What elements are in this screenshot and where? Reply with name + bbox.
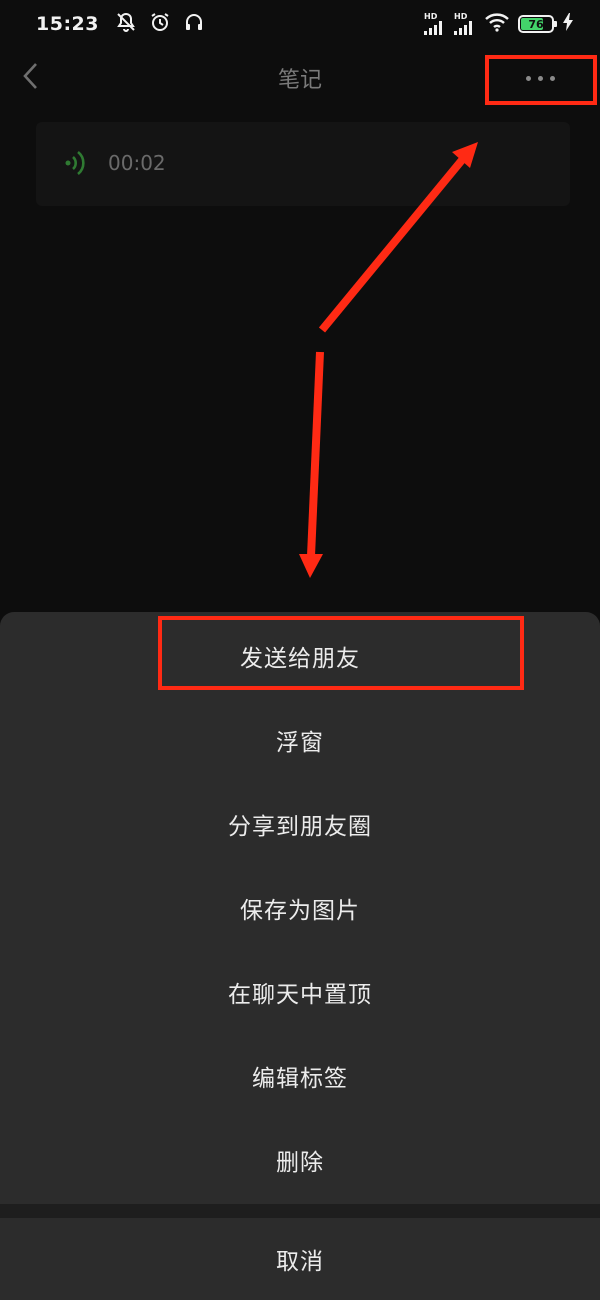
battery-level: 76 <box>528 17 544 31</box>
sheet-divider <box>0 1204 600 1218</box>
highlight-more-button <box>485 55 597 105</box>
menu-item-delete[interactable]: 删除 <box>0 1118 600 1202</box>
voice-duration: 00:02 <box>108 151 166 175</box>
signal-icon-2: HD <box>454 13 476 35</box>
action-sheet: 发送给朋友 浮窗 分享到朋友圈 保存为图片 在聊天中置顶 编辑标签 删除 取消 <box>0 612 600 1300</box>
wifi-icon <box>484 12 510 36</box>
arrow-head-down <box>299 554 323 578</box>
menu-item-save-image[interactable]: 保存为图片 <box>0 866 600 950</box>
alarm-icon <box>149 11 171 37</box>
status-time: 15:23 <box>36 13 99 35</box>
signal-icon-1: HD <box>424 13 446 35</box>
signal-hd-label: HD <box>424 12 438 21</box>
arrow-to-send-option <box>307 351 324 557</box>
battery-icon: 76 <box>518 15 557 33</box>
charging-icon <box>562 12 574 36</box>
cancel-button[interactable]: 取消 <box>0 1218 600 1300</box>
status-right: HD HD 76 <box>424 12 574 36</box>
voice-wave-icon <box>62 148 92 182</box>
signal-hd-label: HD <box>454 12 468 21</box>
status-left: 15:23 <box>36 11 205 37</box>
status-bar: 15:23 HD HD 76 <box>0 0 600 48</box>
voice-note-card[interactable]: 00:02 <box>36 122 570 206</box>
menu-item-share-moments[interactable]: 分享到朋友圈 <box>0 782 600 866</box>
menu-item-edit-tags[interactable]: 编辑标签 <box>0 1034 600 1118</box>
highlight-send-to-friend <box>158 616 524 690</box>
headset-icon <box>183 11 205 37</box>
menu-item-float-window[interactable]: 浮窗 <box>0 698 600 782</box>
mute-icon <box>115 11 137 37</box>
menu-item-pin-chat[interactable]: 在聊天中置顶 <box>0 950 600 1034</box>
